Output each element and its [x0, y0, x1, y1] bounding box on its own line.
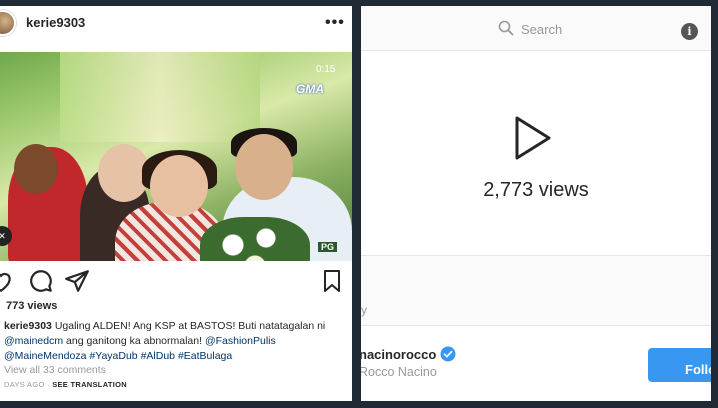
post-caption: kerie9303 Ugaling ALDEN! Ang KSP at BAST… [4, 319, 349, 364]
channel-logo: GMA [296, 82, 324, 96]
hashtag-link[interactable]: #EatBulaga [178, 350, 232, 362]
video-flowers [200, 217, 310, 261]
partial-text: y [361, 303, 367, 317]
view-count: 773 views [6, 300, 58, 312]
search-bar[interactable]: Search i [361, 6, 711, 50]
follow-button[interactable]: Follow [648, 348, 711, 382]
time-ago: DAYS AGO [4, 380, 45, 389]
post-username[interactable]: kerie9303 [26, 15, 85, 30]
video-person-3-head [150, 155, 208, 217]
play-icon[interactable] [511, 113, 555, 163]
profile-username[interactable]: nacinorocco [361, 347, 436, 362]
post-footer: DAYS AGO · SEE TRANSLATION [4, 380, 127, 389]
profile-full-name: Rocco Nacino [361, 365, 437, 379]
rating-badge: PG [318, 242, 338, 252]
post-video[interactable]: 0:15 GMA PG ✕ [0, 52, 352, 261]
avatar[interactable] [0, 10, 16, 36]
mention-link[interactable]: @FashionPulis [205, 335, 276, 347]
left-post-screenshot: kerie9303 ••• 0:15 GMA PG ✕ 773 views ke… [0, 6, 352, 401]
view-all-comments-link[interactable]: View all 33 comments [4, 364, 106, 376]
right-post-screenshot: Search i 2,773 views y nacinorocco Rocco… [361, 6, 711, 401]
post-actions [0, 268, 352, 298]
video-person-4-head [235, 134, 293, 200]
post-header: kerie9303 ••• [0, 6, 352, 42]
verified-badge-icon [440, 346, 456, 362]
hashtag-link[interactable]: #AlDub [141, 350, 175, 362]
video-time: 0:15 [316, 64, 336, 75]
search-icon [498, 20, 514, 36]
video-backdrop [60, 52, 260, 142]
mention-link[interactable]: @mainedcm [4, 335, 63, 347]
share-icon[interactable] [64, 268, 90, 294]
mention-link[interactable]: @MaineMendoza [4, 350, 86, 362]
caption-username[interactable]: kerie9303 [4, 320, 52, 332]
heart-icon[interactable] [0, 268, 14, 294]
comment-icon[interactable] [28, 268, 54, 294]
video-person-1-head [14, 144, 58, 194]
more-options-icon[interactable]: ••• [325, 14, 345, 32]
search-input[interactable]: Search [521, 22, 562, 37]
see-translation-link[interactable]: SEE TRANSLATION [52, 380, 127, 389]
hashtag-link[interactable]: #YayaDub [89, 350, 137, 362]
caption-text-1: Ugaling ALDEN! Ang KSP at BASTOS! Buti n… [54, 320, 326, 332]
info-icon[interactable]: i [681, 23, 698, 40]
comments-area [361, 255, 711, 325]
view-count: 2,773 views [483, 179, 589, 201]
video-player[interactable]: 2,773 views [361, 50, 711, 255]
caption-text-2: ang ganitong ka abnormalan! [66, 335, 203, 347]
bookmark-icon[interactable] [320, 268, 344, 294]
